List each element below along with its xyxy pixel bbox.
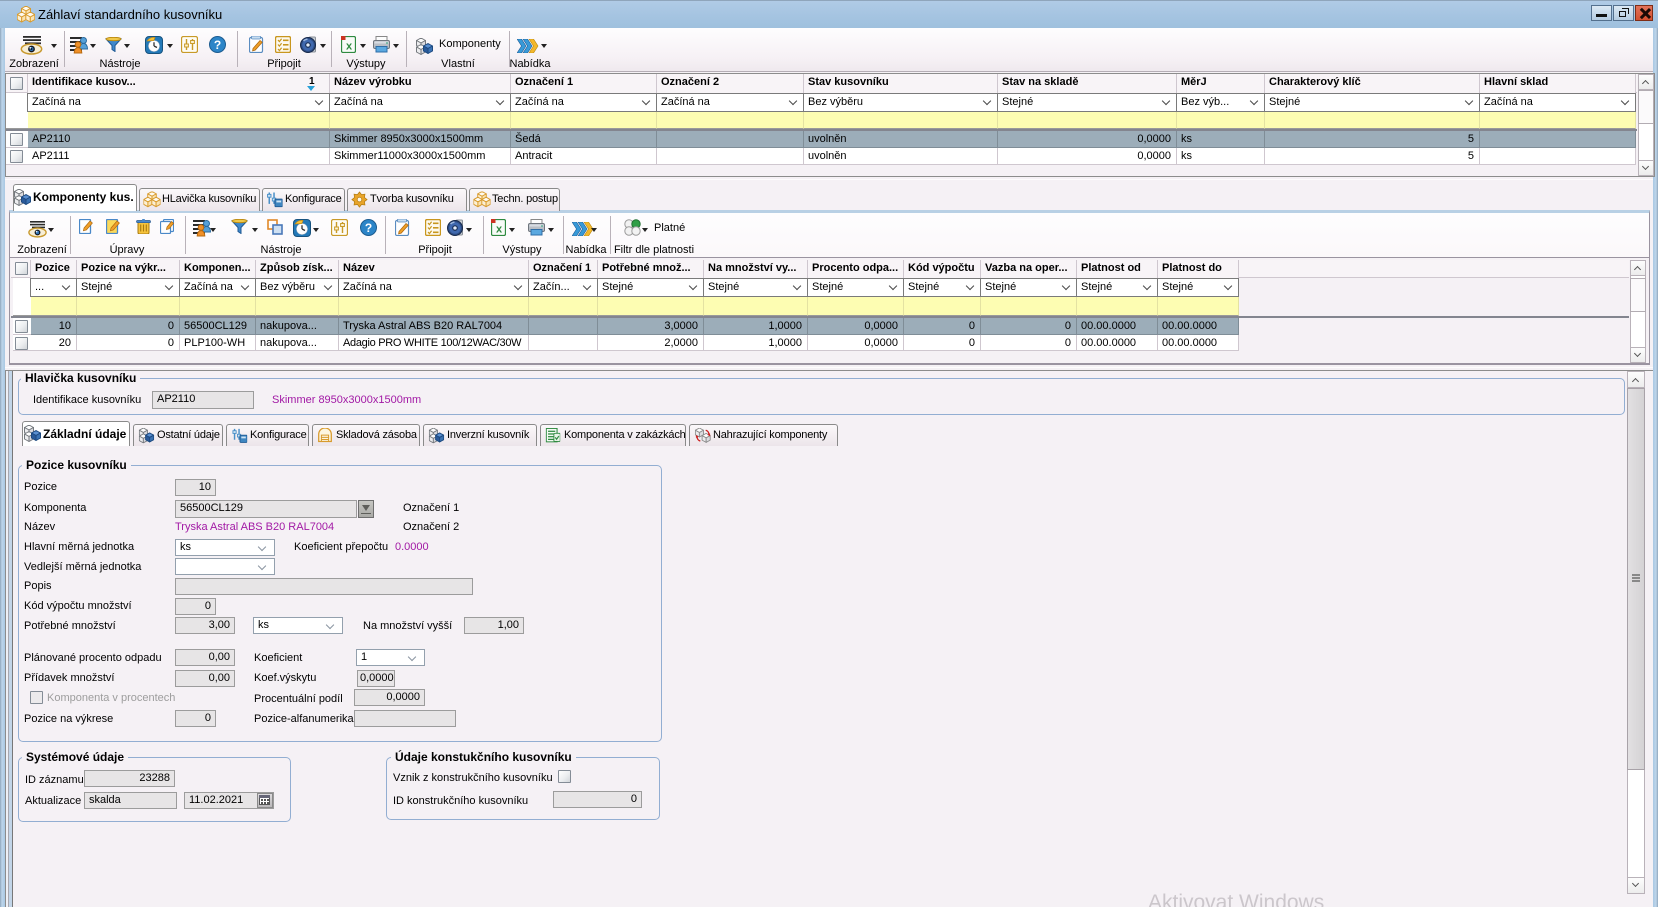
svg-text:x: x xyxy=(346,41,353,53)
svg-text:?: ? xyxy=(365,221,372,235)
svg-text:?: ? xyxy=(214,38,221,52)
svg-text:x: x xyxy=(496,224,503,236)
